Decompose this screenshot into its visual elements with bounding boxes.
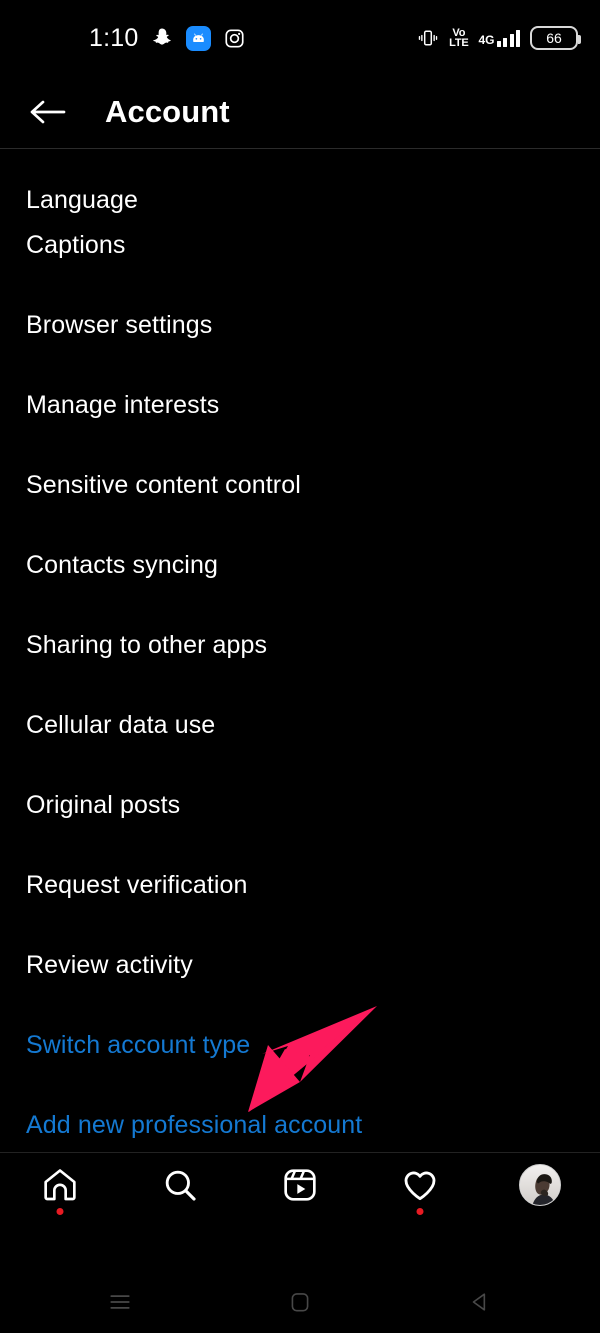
list-item-label: Add new professional account <box>26 1111 363 1140</box>
instagram-icon <box>225 28 245 48</box>
list-item-label: Original posts <box>26 791 181 820</box>
heart-icon <box>404 1171 436 1200</box>
snapchat-icon <box>153 28 172 45</box>
nav-reels[interactable] <box>240 1153 360 1216</box>
list-item-add-new-professional-account[interactable]: Add new professional account <box>0 1086 600 1153</box>
list-item-cellular-data-use[interactable]: Cellular data use <box>0 686 600 766</box>
list-item-sharing-to-other-apps[interactable]: Sharing to other apps <box>0 606 600 686</box>
list-item-captions[interactable]: Captions <box>0 206 600 286</box>
back-button[interactable] <box>18 82 78 142</box>
list-item-browser-settings[interactable]: Browser settings <box>0 286 600 366</box>
battery-indicator: 66 <box>530 26 581 50</box>
back-button-nav[interactable] <box>460 1282 500 1322</box>
profile-avatar <box>519 1163 561 1206</box>
nav-search[interactable] <box>120 1153 240 1216</box>
search-icon <box>165 1170 196 1201</box>
battery-level-label: 66 <box>546 30 562 46</box>
list-item-sensitive-content-control[interactable]: Sensitive content control <box>0 446 600 526</box>
bottom-navigation <box>0 1153 600 1216</box>
home-icon <box>44 1168 76 1200</box>
page-title: Account <box>105 94 230 129</box>
android-navigation-bar <box>0 1270 600 1333</box>
reels-icon <box>284 1168 316 1201</box>
home-button[interactable] <box>280 1282 320 1322</box>
status-bar: 1:10 Vo LTE 4G 66 <box>0 0 600 76</box>
list-item-review-activity[interactable]: Review activity <box>0 926 600 1006</box>
list-item-language[interactable]: Language <box>0 149 600 213</box>
settings-list-inner: Language Captions Browser settings Manag… <box>0 149 600 1153</box>
volte-indicator: Vo LTE <box>449 27 469 49</box>
phone-screen: 1:10 Vo LTE 4G 66 Account Language Capti… <box>0 0 600 1333</box>
volte-bottom: LTE <box>449 37 469 49</box>
vibrate-icon <box>418 30 438 46</box>
list-item-original-posts[interactable]: Original posts <box>0 766 600 846</box>
list-item-label: Sensitive content control <box>26 471 301 500</box>
nav-home[interactable] <box>0 1153 120 1216</box>
android-bot-icon <box>186 25 212 51</box>
recents-icon <box>110 1294 130 1309</box>
list-item-label: Browser settings <box>26 311 213 340</box>
list-item-label: Request verification <box>26 871 248 900</box>
home-square-icon <box>291 1292 309 1311</box>
list-item-label: Manage interests <box>26 391 220 420</box>
status-bar-right: Vo LTE 4G 66 <box>417 26 581 50</box>
list-item-manage-interests[interactable]: Manage interests <box>0 366 600 446</box>
list-item-label: Sharing to other apps <box>26 631 268 660</box>
list-item-label: Switch account type <box>26 1031 251 1060</box>
back-triangle-icon <box>472 1292 486 1311</box>
list-item-contacts-syncing[interactable]: Contacts syncing <box>0 526 600 606</box>
activity-badge-dot <box>416 1208 424 1215</box>
home-badge-dot <box>56 1208 64 1215</box>
recents-button[interactable] <box>100 1282 140 1322</box>
app-header: Account <box>0 76 600 148</box>
nav-profile[interactable] <box>480 1153 600 1216</box>
list-item-label: Review activity <box>26 951 193 980</box>
status-bar-left: 1:10 <box>89 23 245 52</box>
network-indicator: 4G <box>478 29 520 47</box>
settings-list[interactable]: Language Captions Browser settings Manag… <box>0 149 600 1153</box>
list-item-label: Language <box>26 185 139 214</box>
clock: 1:10 <box>89 23 139 52</box>
back-arrow-icon <box>30 100 66 124</box>
list-item-switch-account-type[interactable]: Switch account type <box>0 1006 600 1086</box>
list-item-request-verification[interactable]: Request verification <box>0 846 600 926</box>
list-item-label: Contacts syncing <box>26 551 218 580</box>
nav-activity[interactable] <box>360 1153 480 1216</box>
list-item-label: Cellular data use <box>26 711 216 740</box>
network-type-label: 4G <box>478 32 495 47</box>
signal-bars-icon <box>496 29 520 47</box>
list-item-label: Captions <box>26 231 126 260</box>
